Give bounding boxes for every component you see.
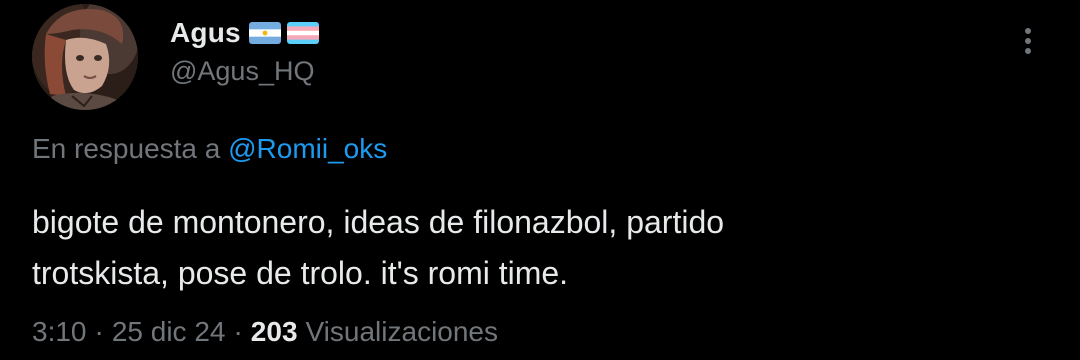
views-label: Visualizaciones [305, 316, 499, 347]
views-count[interactable]: 203 [251, 316, 298, 348]
more-dot [1025, 28, 1031, 34]
tweet-meta: 3:10 · 25 dic 24 · 203 Visualizaciones [32, 316, 498, 348]
author-display-name[interactable]: Agus [170, 17, 241, 49]
reply-context: En respuesta a @Romii_oks [32, 133, 387, 165]
tweet-text: bigote de montonero, ideas de filonazbol… [32, 204, 725, 291]
author-name-row: Agus [170, 14, 319, 52]
author-handle[interactable]: @Agus_HQ [170, 56, 314, 87]
meta-separator: · [94, 316, 104, 347]
more-dot [1025, 38, 1031, 44]
more-options-icon[interactable] [1010, 20, 1046, 60]
reply-prefix: En respuesta a [32, 133, 221, 164]
tweet: Agus @Agus_HQ En respuesta a @Romii_oks … [0, 0, 1080, 360]
argentina-flag-icon [248, 22, 281, 44]
reply-mention-link[interactable]: @Romii_oks [228, 133, 387, 164]
tweet-date[interactable]: 25 dic 24 [112, 316, 226, 348]
avatar-image [32, 4, 138, 110]
more-dot [1025, 48, 1031, 54]
tweet-time[interactable]: 3:10 [32, 316, 87, 348]
avatar[interactable] [32, 4, 138, 110]
transgender-flag-icon [286, 22, 319, 44]
meta-separator: · [233, 316, 243, 347]
